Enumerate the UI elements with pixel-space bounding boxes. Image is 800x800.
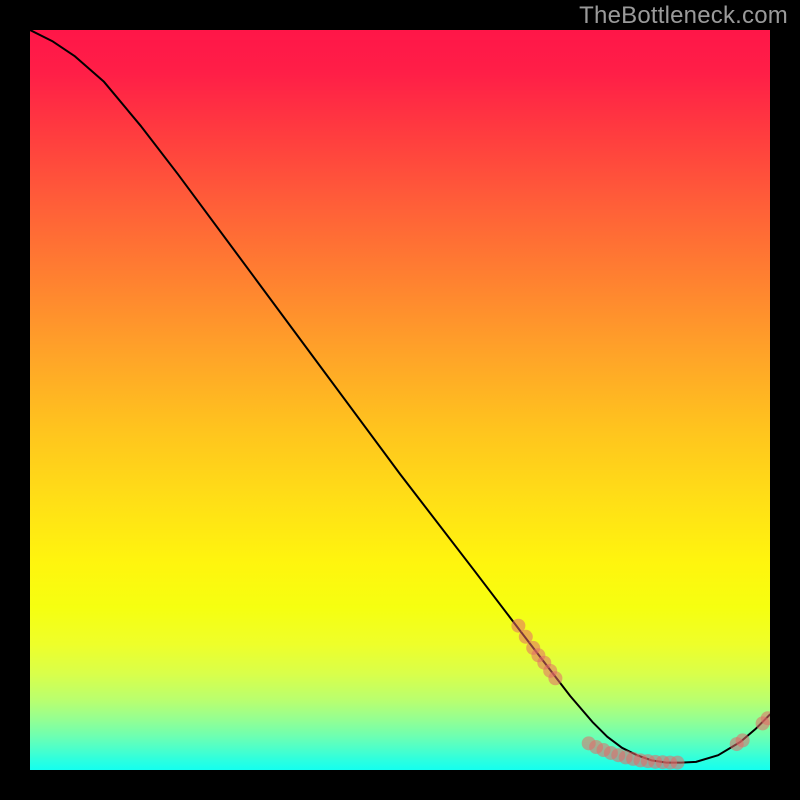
marker-dot xyxy=(671,756,685,770)
plot-overlay xyxy=(30,30,770,770)
chart-frame: TheBottleneck.com xyxy=(0,0,800,800)
watermark-label: TheBottleneck.com xyxy=(579,2,788,30)
bottleneck-curve xyxy=(30,30,770,763)
marker-dot xyxy=(736,733,750,747)
marker-group xyxy=(511,619,770,770)
marker-dot xyxy=(548,671,562,685)
